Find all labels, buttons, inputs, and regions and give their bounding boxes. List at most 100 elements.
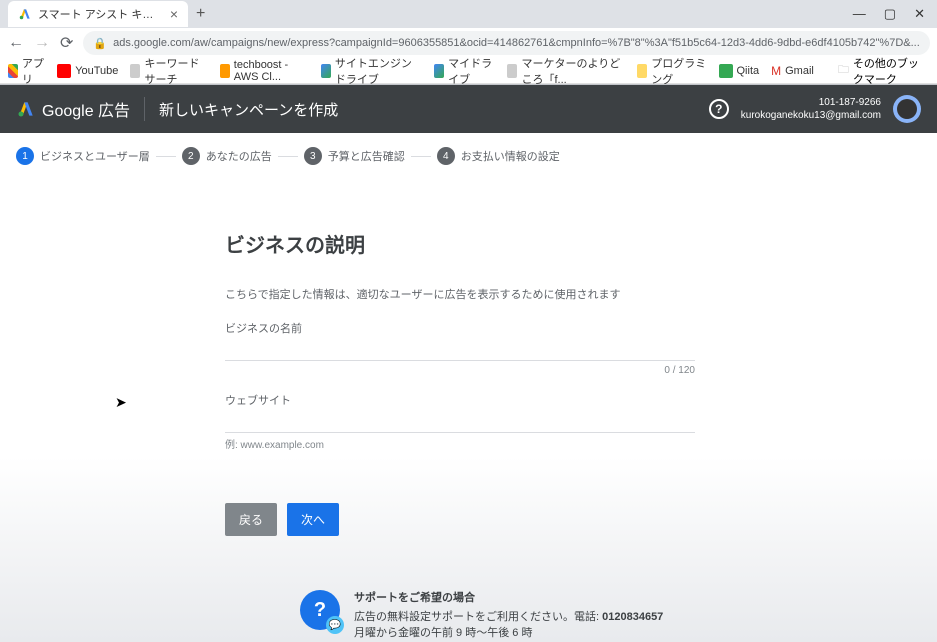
- app-header: Google 広告 新しいキャンペーンを作成 ? 101-187-9266 ku…: [0, 85, 937, 133]
- maximize-button[interactable]: ▢: [884, 6, 896, 22]
- bookmark-apps[interactable]: アプリ: [8, 55, 45, 87]
- bookmark-label: アプリ: [22, 55, 45, 87]
- support-icon-wrapper[interactable]: ? 💬: [300, 590, 340, 630]
- step-connector: [156, 156, 176, 157]
- drive-icon: [321, 64, 331, 78]
- tab-bar: スマート アシスト キャンペーン - 101-1 × + — ▢ ✕: [0, 0, 937, 28]
- next-button[interactable]: 次へ: [287, 503, 339, 536]
- website-field-group: ウェブサイト 例: www.example.com: [225, 392, 695, 451]
- page-title: 新しいキャンペーンを作成: [159, 99, 338, 120]
- step-connector: [278, 156, 298, 157]
- bookmark-gmail[interactable]: M Gmail: [771, 64, 814, 78]
- form-description: こちらで指定した情報は、適切なユーザーに広告を表示するために使用されます: [225, 286, 695, 302]
- bookmark-site-engine[interactable]: サイトエンジンドライブ: [321, 55, 422, 87]
- step-payment[interactable]: 4 お支払い情報の設定: [437, 147, 560, 165]
- step-label: お支払い情報の設定: [461, 148, 560, 164]
- generic-icon: [507, 64, 517, 78]
- bookmark-label: サイトエンジンドライブ: [335, 55, 422, 87]
- support-phone: 0120834657: [602, 611, 663, 623]
- qiita-icon: [719, 64, 733, 78]
- bookmark-label: Qiita: [737, 65, 760, 77]
- business-name-input[interactable]: [225, 338, 695, 361]
- step-label: あなたの広告: [206, 148, 272, 164]
- youtube-icon: [57, 64, 71, 78]
- bookmark-other-folder[interactable]: 🗀その他のブックマーク: [838, 55, 929, 87]
- support-line1-pre: 広告の無料設定サポートをご利用ください。電話:: [354, 611, 602, 623]
- business-name-label: ビジネスの名前: [225, 320, 695, 336]
- bookmark-programming[interactable]: プログラミング: [637, 55, 706, 87]
- bookmark-label: techboost - AWS Cl...: [234, 59, 309, 83]
- account-id: 101-187-9266: [741, 96, 881, 109]
- url-text: ads.google.com/aw/campaigns/new/express?…: [113, 37, 920, 49]
- tab-title: スマート アシスト キャンペーン - 101-1: [38, 6, 162, 22]
- step-budget[interactable]: 3 予算と広告確認: [304, 147, 405, 165]
- bookmark-label: マーケターのよりどころ「f...: [521, 55, 625, 87]
- back-nav-button[interactable]: ←: [8, 34, 24, 52]
- help-icon[interactable]: ?: [709, 99, 729, 119]
- bookmark-label: その他のブックマーク: [853, 55, 929, 87]
- folder-icon: 🗀: [838, 61, 849, 80]
- google-ads-favicon: [18, 7, 32, 21]
- apps-icon: [8, 64, 18, 78]
- main-content: ➤ ビジネスの説明 こちらで指定した情報は、適切なユーザーに広告を表示するために…: [0, 179, 937, 642]
- generic-icon: [130, 64, 140, 78]
- new-tab-button[interactable]: +: [196, 5, 205, 23]
- form-heading: ビジネスの説明: [225, 229, 695, 258]
- forward-nav-button[interactable]: →: [34, 34, 50, 52]
- folder-icon: [637, 64, 647, 78]
- browser-chrome: スマート アシスト キャンペーン - 101-1 × + — ▢ ✕ ← → ⟳…: [0, 0, 937, 85]
- google-ads-logo-icon: [16, 99, 36, 119]
- address-bar: ← → ⟳ 🔒 ads.google.com/aw/campaigns/new/…: [0, 28, 937, 58]
- bookmark-qiita[interactable]: Qiita: [719, 64, 760, 78]
- bookmark-techboost[interactable]: techboost - AWS Cl...: [220, 59, 309, 83]
- tab-close-icon[interactable]: ×: [170, 6, 178, 22]
- support-chat-badge-icon: 💬: [326, 616, 344, 634]
- back-button[interactable]: 戻る: [225, 503, 277, 536]
- mouse-cursor: ➤: [115, 394, 127, 411]
- reload-button[interactable]: ⟳: [60, 33, 73, 53]
- browser-tab[interactable]: スマート アシスト キャンペーン - 101-1 ×: [8, 1, 188, 27]
- step-business[interactable]: 1 ビジネスとユーザー層: [16, 147, 150, 165]
- support-hours: 月曜から金曜の午前 9 時～午後 6 時: [354, 625, 663, 642]
- divider: [144, 97, 145, 121]
- website-hint: 例: www.example.com: [225, 436, 695, 451]
- header-right: ? 101-187-9266 kurokoganekoku13@gmail.co…: [709, 95, 921, 123]
- product-name: Google 広告: [42, 97, 130, 121]
- step-label: 予算と広告確認: [328, 148, 405, 164]
- step-ad[interactable]: 2 あなたの広告: [182, 147, 272, 165]
- gmail-icon: M: [771, 64, 781, 78]
- product-logo[interactable]: Google 広告: [16, 97, 130, 121]
- support-section: ? 💬 サポートをご希望の場合 広告の無料設定サポートをご利用ください。電話: …: [300, 590, 937, 642]
- bookmark-mydrive[interactable]: マイドライブ: [434, 55, 495, 87]
- url-bar[interactable]: 🔒 ads.google.com/aw/campaigns/new/expres…: [83, 31, 929, 55]
- bookmark-label: Gmail: [785, 65, 814, 77]
- support-text: サポートをご希望の場合 広告の無料設定サポートをご利用ください。電話: 0120…: [354, 590, 663, 642]
- step-connector: [411, 156, 431, 157]
- drive-icon: [434, 64, 444, 78]
- support-line1: 広告の無料設定サポートをご利用ください。電話: 0120834657: [354, 609, 663, 626]
- step-number: 3: [304, 147, 322, 165]
- minimize-button[interactable]: —: [853, 6, 866, 22]
- bookmark-keyword[interactable]: キーワードサーチ: [130, 55, 207, 87]
- bookmark-label: プログラミング: [651, 55, 706, 87]
- bookmark-marketer[interactable]: マーケターのよりどころ「f...: [507, 55, 625, 87]
- step-label: ビジネスとユーザー層: [40, 148, 150, 164]
- char-counter: 0 / 120: [225, 365, 695, 376]
- support-title: サポートをご希望の場合: [354, 590, 663, 607]
- avatar[interactable]: [893, 95, 921, 123]
- bookmark-label: マイドライブ: [448, 55, 495, 87]
- lock-icon: 🔒: [93, 37, 107, 50]
- bookmarks-bar: アプリ YouTube キーワードサーチ techboost - AWS Cl.…: [0, 58, 937, 84]
- bookmark-youtube[interactable]: YouTube: [57, 64, 118, 78]
- close-window-button[interactable]: ✕: [914, 6, 925, 22]
- form-container: ビジネスの説明 こちらで指定した情報は、適切なユーザーに広告を表示するために使用…: [225, 229, 695, 536]
- window-controls: — ▢ ✕: [853, 6, 937, 22]
- step-number: 1: [16, 147, 34, 165]
- step-number: 4: [437, 147, 455, 165]
- website-label: ウェブサイト: [225, 392, 695, 408]
- step-number: 2: [182, 147, 200, 165]
- progress-stepper: 1 ビジネスとユーザー層 2 あなたの広告 3 予算と広告確認 4 お支払い情報…: [0, 133, 937, 179]
- bookmark-label: キーワードサーチ: [144, 55, 207, 87]
- user-info: 101-187-9266 kurokoganekoku13@gmail.com: [741, 96, 881, 122]
- website-input[interactable]: [225, 410, 695, 433]
